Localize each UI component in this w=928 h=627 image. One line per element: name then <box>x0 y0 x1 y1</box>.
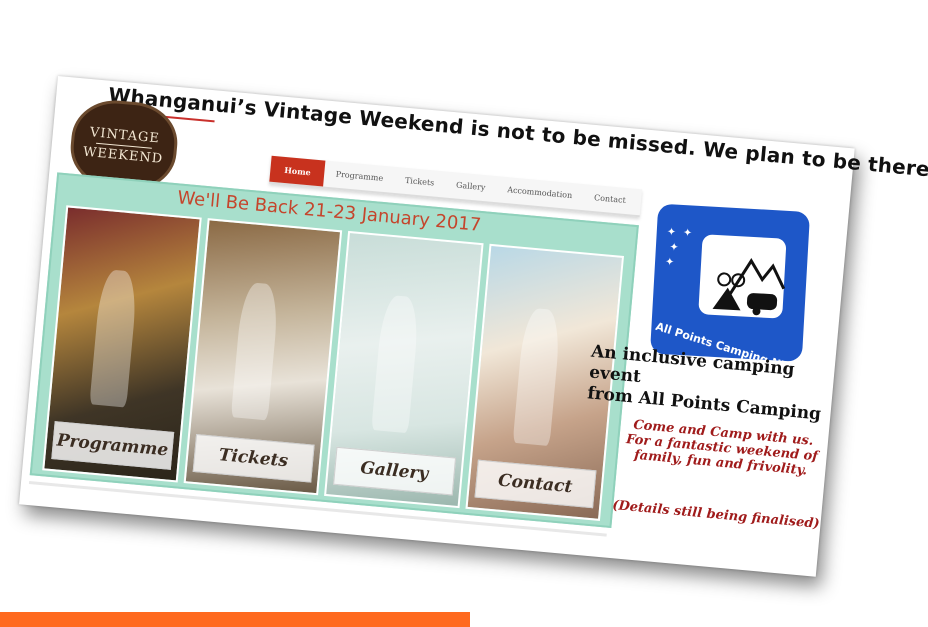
nav-home[interactable]: Home <box>269 155 326 187</box>
all-points-camping-badge: ✦ ✦ ✦ ✦ All Points Camping NZ <box>649 203 811 362</box>
tile-label-programme: Programme <box>51 421 174 470</box>
invite-text: Come and Camp with us. For a fantastic w… <box>615 416 828 480</box>
tile-tickets[interactable]: Tickets <box>183 218 343 496</box>
tile-label-gallery: Gallery <box>333 446 456 496</box>
nav-contact[interactable]: Contact <box>582 184 638 215</box>
screenshot-card: Whanganui’s Vintage Weekend is not to be… <box>19 76 928 577</box>
hero-banner: We'll Be Back 21-23 January 2017 Program… <box>29 172 639 529</box>
nav-accommodation[interactable]: Accommodation <box>495 176 584 210</box>
nav-gallery[interactable]: Gallery <box>444 172 498 203</box>
tile-programme[interactable]: Programme <box>42 205 202 483</box>
tile-label-contact: Contact <box>474 459 597 509</box>
details-note: (Details still being finalised) <box>611 498 821 532</box>
tile-gallery[interactable]: Gallery <box>324 230 484 509</box>
tile-label-tickets: Tickets <box>192 433 315 483</box>
orange-accent-bar <box>0 612 470 627</box>
nav-programme[interactable]: Programme <box>324 161 396 193</box>
tagline: An inclusive camping event from All Poin… <box>586 342 851 428</box>
headline: Whanganui’s Vintage Weekend is not to be… <box>107 82 928 183</box>
nav-tickets[interactable]: Tickets <box>393 167 446 198</box>
photo-tiles: Programme Tickets Gallery Contact <box>42 205 625 521</box>
